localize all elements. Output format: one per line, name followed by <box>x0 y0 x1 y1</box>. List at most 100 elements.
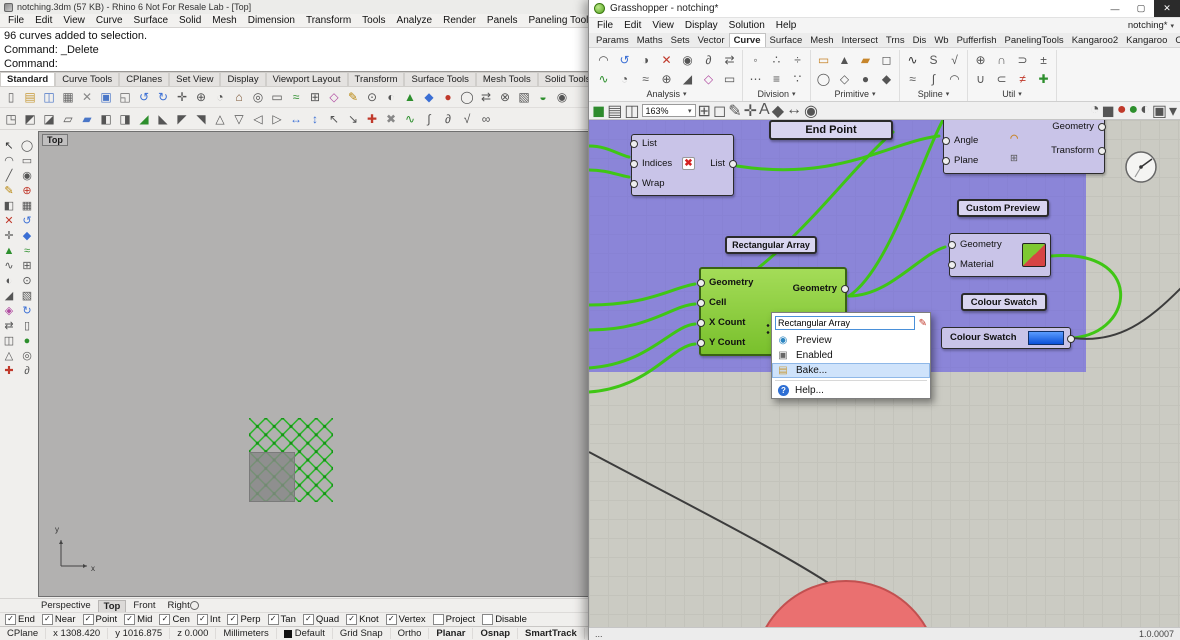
side-toolbar-icon[interactable]: ◧ <box>0 198 18 213</box>
canvas-toolbar-icon[interactable]: ▤ <box>607 101 622 121</box>
curve-tool-icon[interactable]: ∿ <box>593 69 614 88</box>
curve-tool-icon[interactable]: ◯ <box>813 69 834 88</box>
list-item-component[interactable]: List Indices Wrap ✖ List <box>629 134 737 196</box>
curve-tool-icon[interactable]: ⊕ <box>656 69 677 88</box>
side-toolbar-icon[interactable]: ◢ <box>0 288 18 303</box>
side-toolbar-icon[interactable]: ▲ <box>0 243 18 258</box>
rhino-menu-item[interactable]: Panels <box>487 15 518 26</box>
gh-category-tab[interactable]: Trns <box>882 34 909 47</box>
curve-tool-icon[interactable]: S <box>923 50 944 69</box>
toolbar-icon[interactable]: ◪ <box>40 110 58 127</box>
osnap-checkbox[interactable]: Perp <box>227 614 260 625</box>
toolbar-icon[interactable]: ◆ <box>420 89 438 106</box>
rhino-menu-item[interactable]: Mesh <box>212 15 236 26</box>
gh-canvas[interactable]: List Indices Wrap ✖ List End Point Angle… <box>589 120 1180 627</box>
side-toolbar-icon[interactable]: ⇄ <box>0 318 18 333</box>
input-pin-plane[interactable]: Plane <box>941 155 978 166</box>
toolbar-icon[interactable]: √ <box>458 110 476 127</box>
side-toolbar-icon[interactable]: ∿ <box>0 258 18 273</box>
rhino-menu-item[interactable]: Dimension <box>248 15 295 26</box>
curve-tool-icon[interactable]: ● <box>855 69 876 88</box>
toolbar-icon[interactable]: ▱ <box>59 110 77 127</box>
rhino-menu-item[interactable]: Curve <box>96 15 123 26</box>
curve-tool-icon[interactable]: ≠ <box>1012 69 1033 88</box>
curve-tool-icon[interactable]: ⊕ <box>970 50 991 69</box>
viewport-tab[interactable]: Top <box>97 599 127 612</box>
curve-tool-icon[interactable]: ◔ <box>614 69 635 88</box>
toolbar-icon[interactable]: ▯ <box>2 89 20 106</box>
curve-tool-icon[interactable]: ∂ <box>698 50 719 69</box>
tool-group-label[interactable]: Primitive ▾ <box>813 88 897 101</box>
curve-tool-icon[interactable]: ◦ <box>745 50 766 69</box>
toolbar-icon[interactable]: ▤ <box>21 89 39 106</box>
toolbar-tab[interactable]: Set View <box>169 72 221 86</box>
curve-tool-icon[interactable]: ▭ <box>719 69 740 88</box>
curve-tool-icon[interactable]: ✕ <box>656 50 677 69</box>
gh-category-tab[interactable]: Curve <box>728 33 766 47</box>
rhino-menu-item[interactable]: Transform <box>306 15 351 26</box>
status-bar-item[interactable]: z 0.000 <box>170 628 217 639</box>
osnap-checkbox[interactable]: Vertex <box>386 614 426 625</box>
context-menu-item-preview[interactable]: ◉ Preview <box>772 333 930 348</box>
zoom-select[interactable]: 163% ▾ <box>641 104 696 117</box>
canvas-toolbar-icon[interactable]: ↔ <box>786 101 802 121</box>
tool-group-label[interactable]: Division ▾ <box>745 88 808 101</box>
status-bar-item[interactable]: SmartTrack <box>518 628 585 639</box>
curve-tool-icon[interactable]: ◻ <box>876 50 897 69</box>
toolbar-icon[interactable]: ◫ <box>40 89 58 106</box>
side-toolbar-icon[interactable]: ⊕ <box>18 183 36 198</box>
gh-menu-item[interactable]: Help <box>776 20 797 31</box>
toolbar-icon[interactable]: ▭ <box>268 89 286 106</box>
toolbar-icon[interactable]: ⊞ <box>306 89 324 106</box>
canvas-display-icon[interactable]: ▣ <box>1152 101 1167 121</box>
gh-category-tab[interactable]: Mesh <box>806 34 837 47</box>
rhino-menu-item[interactable]: Edit <box>35 15 52 26</box>
curve-tool-icon[interactable]: ∪ <box>970 69 991 88</box>
side-toolbar-icon[interactable]: ↖ <box>0 138 18 153</box>
canvas-display-icon[interactable]: ◔ <box>1090 101 1100 121</box>
toolbar-tab[interactable]: Surface Tools <box>404 72 476 86</box>
rhino-menu-item[interactable]: Paneling Tools <box>529 15 594 26</box>
gh-category-tab[interactable]: Kangaroo2 <box>1068 34 1122 47</box>
curve-tool-icon[interactable]: ◠ <box>944 69 965 88</box>
rhino-menu-item[interactable]: View <box>63 15 85 26</box>
toolbar-tab[interactable]: CPlanes <box>119 72 170 86</box>
canvas-display-icon[interactable]: ▾ <box>1169 101 1177 121</box>
toolbar-icon[interactable]: ◳ <box>2 110 20 127</box>
input-pin-x-count[interactable]: X Count <box>697 317 763 328</box>
toolbar-icon[interactable]: ⇄ <box>477 89 495 106</box>
side-toolbar-icon[interactable]: ◫ <box>0 333 18 348</box>
curve-tool-icon[interactable]: ∫ <box>923 69 944 88</box>
rhino-menu-item[interactable]: Tools <box>362 15 385 26</box>
gh-category-tab[interactable]: Wb <box>930 34 952 47</box>
toolbar-icon[interactable]: ∞ <box>477 110 495 127</box>
toolbar-icon[interactable]: △ <box>211 110 229 127</box>
colour-swatch-component[interactable]: Colour Swatch <box>941 327 1075 349</box>
curve-tool-icon[interactable]: ⊃ <box>1012 50 1033 69</box>
toolbar-tab[interactable]: Mesh Tools <box>475 72 538 86</box>
toolbar-icon[interactable]: ▲ <box>401 89 419 106</box>
side-toolbar-icon[interactable]: ◯ <box>18 138 36 153</box>
toolbar-icon[interactable]: ▽ <box>230 110 248 127</box>
curve-tool-icon[interactable]: ◠ <box>593 50 614 69</box>
component-name-input[interactable] <box>775 316 915 330</box>
side-toolbar-icon[interactable]: ✎ <box>0 183 18 198</box>
canvas-toolbar-icon[interactable]: ◆ <box>772 101 784 121</box>
curve-tool-icon[interactable]: ◇ <box>698 69 719 88</box>
output-pin-list[interactable]: List <box>710 158 737 169</box>
side-toolbar-icon[interactable]: ▦ <box>18 198 36 213</box>
toolbar-icon[interactable]: ⊕ <box>192 89 210 106</box>
edit-name-icon[interactable]: ✎ <box>919 318 927 329</box>
side-toolbar-icon[interactable]: ╱ <box>0 168 18 183</box>
gh-menu-item[interactable]: Display <box>685 20 718 31</box>
toolbar-icon[interactable]: ∂ <box>439 110 457 127</box>
curve-tool-icon[interactable]: ◢ <box>677 69 698 88</box>
gh-category-tab[interactable]: Pufferfish <box>953 34 1001 47</box>
toolbar-icon[interactable]: ↺ <box>135 89 153 106</box>
osnap-checkbox[interactable]: Disable <box>482 614 527 625</box>
gh-category-tab[interactable]: Surface <box>766 34 807 47</box>
close-button[interactable]: ✕ <box>1154 0 1180 17</box>
custom-preview-component[interactable]: Geometry Material <box>948 233 1051 277</box>
rhino-menu-item[interactable]: Analyze <box>397 15 433 26</box>
curve-tool-icon[interactable]: ↺ <box>614 50 635 69</box>
